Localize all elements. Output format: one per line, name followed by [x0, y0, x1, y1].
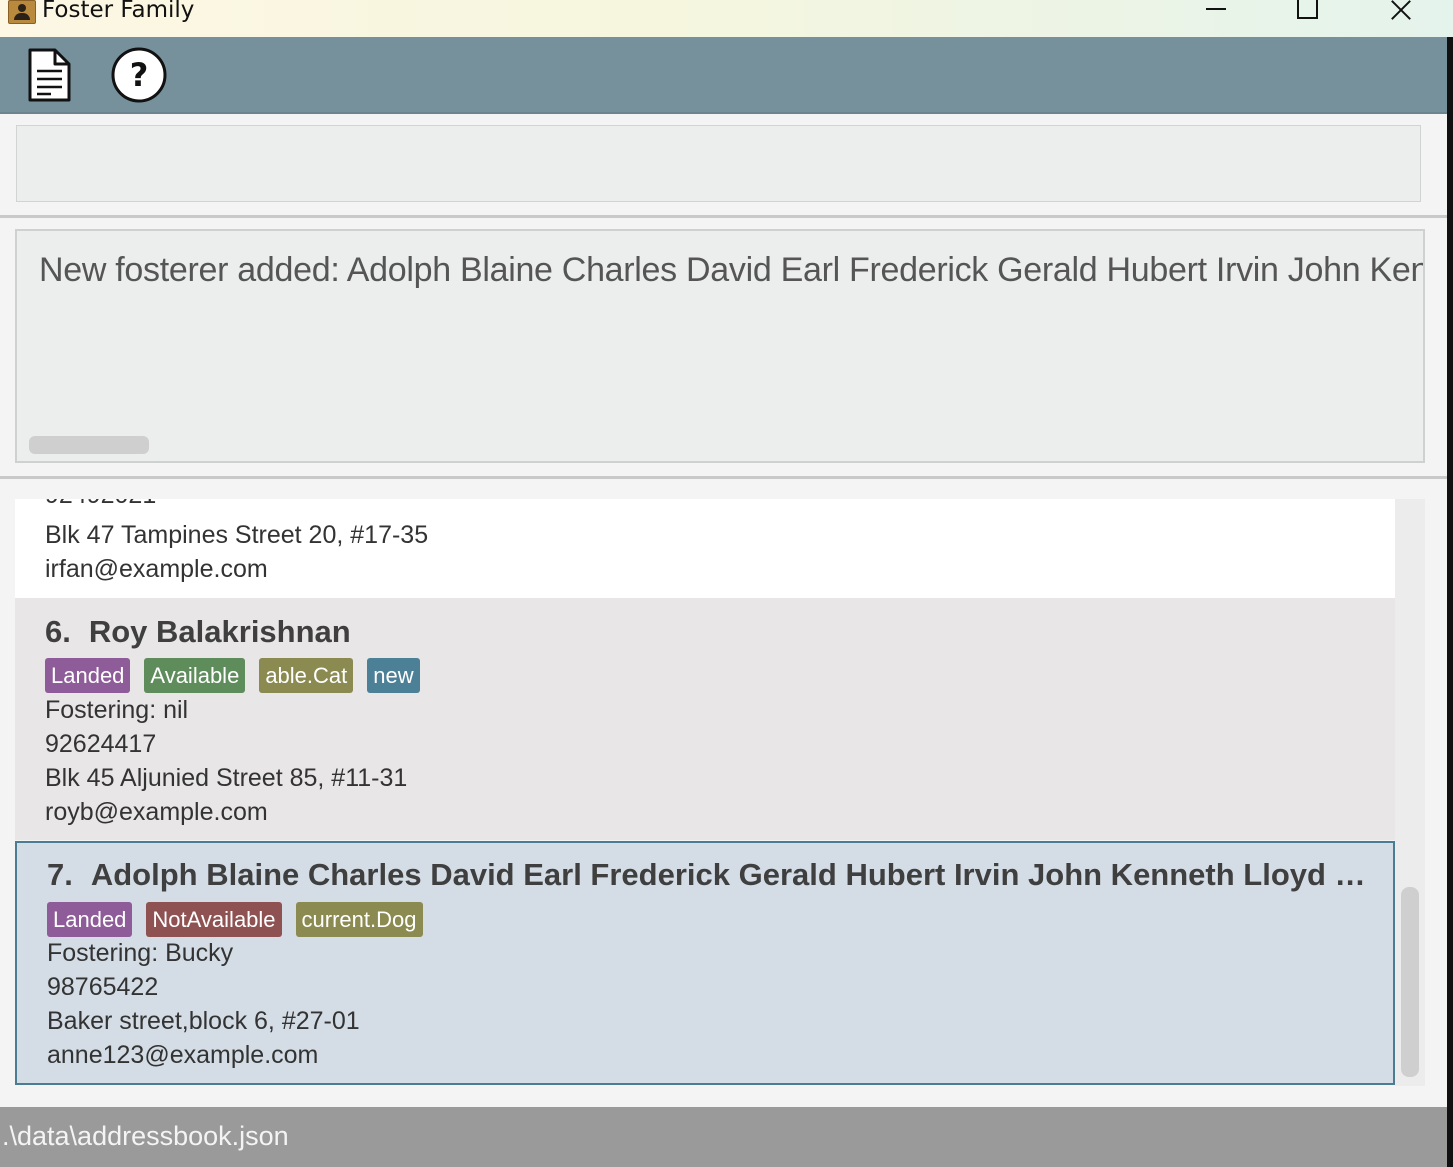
- toolbar: ?: [0, 37, 1447, 114]
- tag: new: [367, 658, 420, 693]
- tag: Landed: [45, 658, 131, 693]
- tag: current.Dog: [295, 902, 423, 937]
- phone: 92624417: [45, 730, 157, 758]
- tag: Landed: [47, 902, 133, 937]
- tag-list: Landed Available able.Cat new: [45, 658, 420, 693]
- result-horizontal-scrollbar[interactable]: [29, 436, 149, 454]
- result-display-area: New fosterer added: Adolph Blaine Charle…: [0, 218, 1447, 479]
- phone: 92492021: [45, 499, 156, 510]
- list-item[interactable]: 92492021 Blk 47 Tampines Street 20, #17-…: [15, 499, 1395, 598]
- person-index: 7.: [47, 857, 73, 892]
- command-input[interactable]: [16, 125, 1421, 202]
- file-menu-button[interactable]: [21, 47, 77, 103]
- window-title: Foster Family: [42, 0, 195, 23]
- title-bar: Foster Family: [0, 0, 1453, 37]
- list-item-selected[interactable]: 7. Adolph Blaine Charles David Earl Frede…: [15, 841, 1395, 1085]
- help-button[interactable]: ?: [111, 47, 167, 103]
- person-name: Roy Balakrishnan: [88, 614, 351, 649]
- tag: Available: [144, 658, 246, 693]
- result-display[interactable]: New fosterer added: Adolph Blaine Charle…: [15, 229, 1425, 463]
- address: Blk 45 Aljunied Street 85, #11-31: [45, 764, 408, 792]
- email: royb@example.com: [45, 798, 268, 826]
- window-edge: [1447, 37, 1453, 1167]
- save-file-path: .\data\addressbook.json: [2, 1121, 289, 1151]
- phone: 98765422: [47, 973, 159, 1001]
- minimize-button[interactable]: [1196, 0, 1236, 26]
- list-item[interactable]: 6. Roy Balakrishnan Landed Available able…: [15, 598, 1395, 840]
- list-scrollbar-thumb[interactable]: [1401, 887, 1419, 1077]
- email: anne123@example.com: [47, 1041, 319, 1069]
- address: Blk 47 Tampines Street 20, #17-35: [45, 521, 429, 549]
- maximize-button[interactable]: [1286, 0, 1326, 26]
- svg-text:?: ?: [130, 56, 149, 94]
- status-bar: .\data\addressbook.json: [0, 1107, 1447, 1167]
- person-name-row: 6. Roy Balakrishnan: [45, 614, 1375, 650]
- tag-list: Landed NotAvailable current.Dog: [47, 902, 423, 937]
- tag: NotAvailable: [146, 902, 282, 937]
- help-icon: ?: [111, 47, 167, 103]
- close-button[interactable]: [1380, 0, 1420, 26]
- email: irfan@example.com: [45, 555, 268, 583]
- fostering: Fostering: Bucky: [47, 939, 234, 967]
- person-index: 6.: [45, 614, 71, 649]
- tag: able.Cat: [259, 658, 354, 693]
- command-box-area: [0, 114, 1447, 218]
- person-name-row: 7. Adolph Blaine Charles David Earl Frede…: [47, 857, 1377, 893]
- result-message: New fosterer added: Adolph Blaine Charle…: [39, 251, 1425, 289]
- document-icon: [28, 48, 71, 102]
- fostering: Fostering: nil: [45, 696, 189, 724]
- address: Baker street,block 6, #27-01: [47, 1007, 360, 1035]
- fosterer-list[interactable]: 92492021 Blk 47 Tampines Street 20, #17-…: [15, 499, 1425, 1086]
- app-icon: [8, 0, 36, 24]
- person-name: Adolph Blaine Charles David Earl Frederi…: [90, 857, 1377, 892]
